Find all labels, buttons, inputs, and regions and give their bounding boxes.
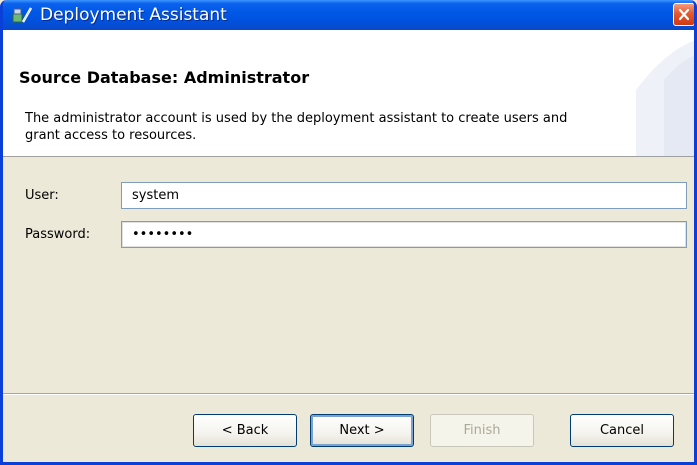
header-decoration <box>636 40 694 156</box>
wizard-header: Source Database: Administrator The admin… <box>3 30 694 157</box>
window-title: Deployment Assistant <box>40 5 227 25</box>
finish-button: Finish <box>430 414 534 447</box>
password-label: Password: <box>25 227 91 242</box>
close-icon <box>678 8 690 21</box>
user-label: User: <box>25 188 59 203</box>
deployment-assistant-icon <box>12 6 34 24</box>
user-input[interactable] <box>121 182 687 209</box>
title-bar[interactable]: Deployment Assistant <box>3 0 694 30</box>
page-description: The administrator account is used by the… <box>25 111 568 143</box>
dialog-window: Deployment Assistant Source Database: Ad… <box>0 0 697 465</box>
cancel-button[interactable]: Cancel <box>570 414 674 447</box>
next-button[interactable]: Next > <box>310 414 414 447</box>
page-title: Source Database: Administrator <box>19 68 310 87</box>
close-button[interactable] <box>673 3 694 26</box>
password-input[interactable] <box>121 221 687 248</box>
password-row: Password: <box>3 221 694 248</box>
back-button[interactable]: < Back <box>193 414 297 447</box>
user-row: User: <box>3 182 694 209</box>
footer-divider <box>3 393 694 395</box>
